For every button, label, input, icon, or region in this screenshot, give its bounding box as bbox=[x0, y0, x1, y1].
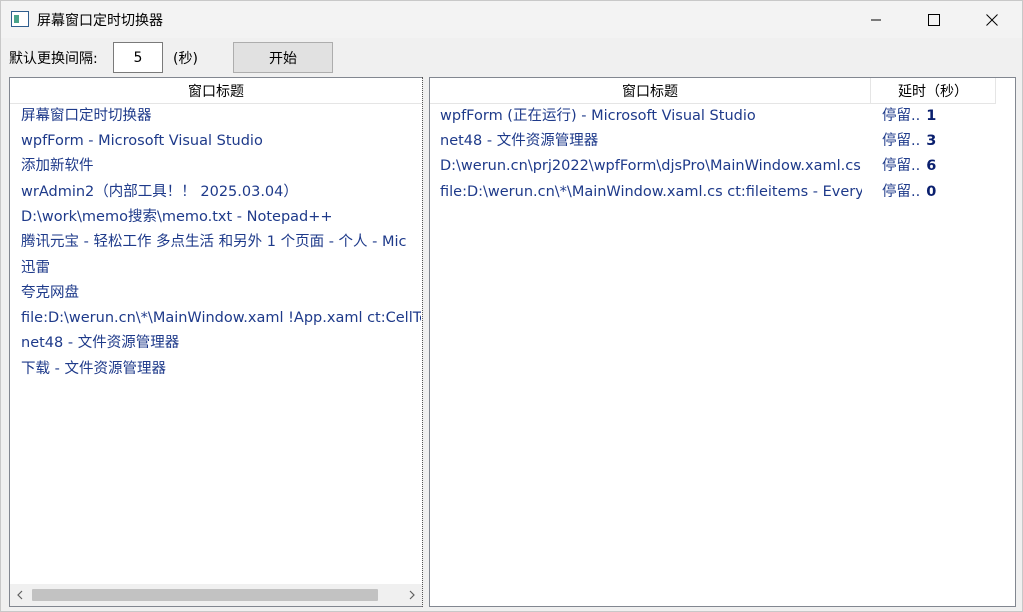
column-header-title[interactable]: 窗口标题 bbox=[430, 78, 870, 104]
horizontal-scrollbar[interactable] bbox=[10, 584, 422, 606]
schedule-row-delay[interactable]: 停留.. 3 bbox=[882, 129, 992, 154]
minimize-button[interactable] bbox=[847, 1, 905, 38]
scroll-right-icon[interactable] bbox=[406, 588, 418, 602]
delay-value: 3 bbox=[926, 133, 937, 149]
app-icon bbox=[11, 11, 29, 27]
delay-value: 6 bbox=[926, 158, 937, 174]
main-window: 屏幕窗口定时切换器 默认更换间隔: (秒) 开始 窗口标题 屏幕窗口定时切换器 … bbox=[0, 0, 1023, 612]
delay-prefix: 停留.. bbox=[882, 158, 921, 174]
schedule-row-title[interactable]: D:\werun.cn\prj2022\wpfForm\djsPro\MainW… bbox=[440, 154, 862, 179]
schedule-row-delay[interactable]: 停留.. 6 bbox=[882, 154, 992, 179]
list-item[interactable]: 下载 - 文件资源管理器 bbox=[21, 357, 421, 382]
schedule-list-panel[interactable]: 窗口标题 延时（秒） wpfForm (正在运行) - Microsoft Vi… bbox=[429, 77, 1016, 607]
close-button[interactable] bbox=[963, 1, 1021, 38]
schedule-row-title[interactable]: net48 - 文件资源管理器 bbox=[440, 129, 862, 154]
schedule-row-title[interactable]: file:D:\werun.cn\*\MainWindow.xaml.cs ct… bbox=[440, 180, 862, 205]
list-item[interactable]: 屏幕窗口定时切换器 bbox=[21, 104, 421, 129]
scrollbar-thumb[interactable] bbox=[32, 589, 378, 601]
header-separator bbox=[995, 78, 996, 104]
window-title: 屏幕窗口定时切换器 bbox=[37, 13, 163, 29]
list-item[interactable]: 迅雷 bbox=[21, 256, 421, 281]
schedule-row-delay[interactable]: 停留.. 1 bbox=[882, 104, 992, 129]
schedule-row-title[interactable]: wpfForm (正在运行) - Microsoft Visual Studio bbox=[440, 104, 862, 129]
list-item[interactable]: 添加新软件 bbox=[21, 154, 421, 179]
interval-label: 默认更换间隔: bbox=[9, 51, 98, 67]
close-icon bbox=[986, 13, 998, 26]
scroll-left-icon[interactable] bbox=[14, 588, 26, 602]
column-header-delay[interactable]: 延时（秒） bbox=[871, 78, 995, 104]
interval-input[interactable] bbox=[113, 42, 163, 73]
list-item[interactable]: net48 - 文件资源管理器 bbox=[21, 331, 421, 356]
delay-value: 1 bbox=[926, 108, 937, 124]
list-item[interactable]: wrAdmin2（内部工具！！ 2025.03.04） bbox=[21, 180, 421, 205]
list-item[interactable]: 夸克网盘 bbox=[21, 281, 421, 306]
start-button[interactable]: 开始 bbox=[233, 42, 333, 73]
unit-label: (秒) bbox=[173, 51, 198, 67]
delay-prefix: 停留.. bbox=[882, 184, 921, 200]
minimize-icon bbox=[871, 19, 881, 20]
delay-prefix: 停留.. bbox=[882, 108, 921, 124]
window-list-panel[interactable]: 窗口标题 屏幕窗口定时切换器 wpfForm - Microsoft Visua… bbox=[9, 77, 423, 607]
column-header-title[interactable]: 窗口标题 bbox=[10, 78, 422, 104]
schedule-row-delay[interactable]: 停留.. 0 bbox=[882, 180, 992, 205]
maximize-button[interactable] bbox=[905, 1, 963, 38]
delay-prefix: 停留.. bbox=[882, 133, 921, 149]
title-bar[interactable]: 屏幕窗口定时切换器 bbox=[1, 1, 1022, 38]
maximize-icon bbox=[928, 13, 940, 26]
list-item[interactable]: 腾讯元宝 - 轻松工作 多点生活 和另外 1 个页面 - 个人 - Mic bbox=[21, 230, 421, 255]
list-item[interactable]: file:D:\werun.cn\*\MainWindow.xaml !App.… bbox=[21, 306, 421, 331]
delay-value: 0 bbox=[926, 184, 937, 200]
list-item[interactable]: wpfForm - Microsoft Visual Studio bbox=[21, 129, 421, 154]
list-item[interactable]: D:\work\memo搜索\memo.txt - Notepad++ bbox=[21, 205, 421, 230]
